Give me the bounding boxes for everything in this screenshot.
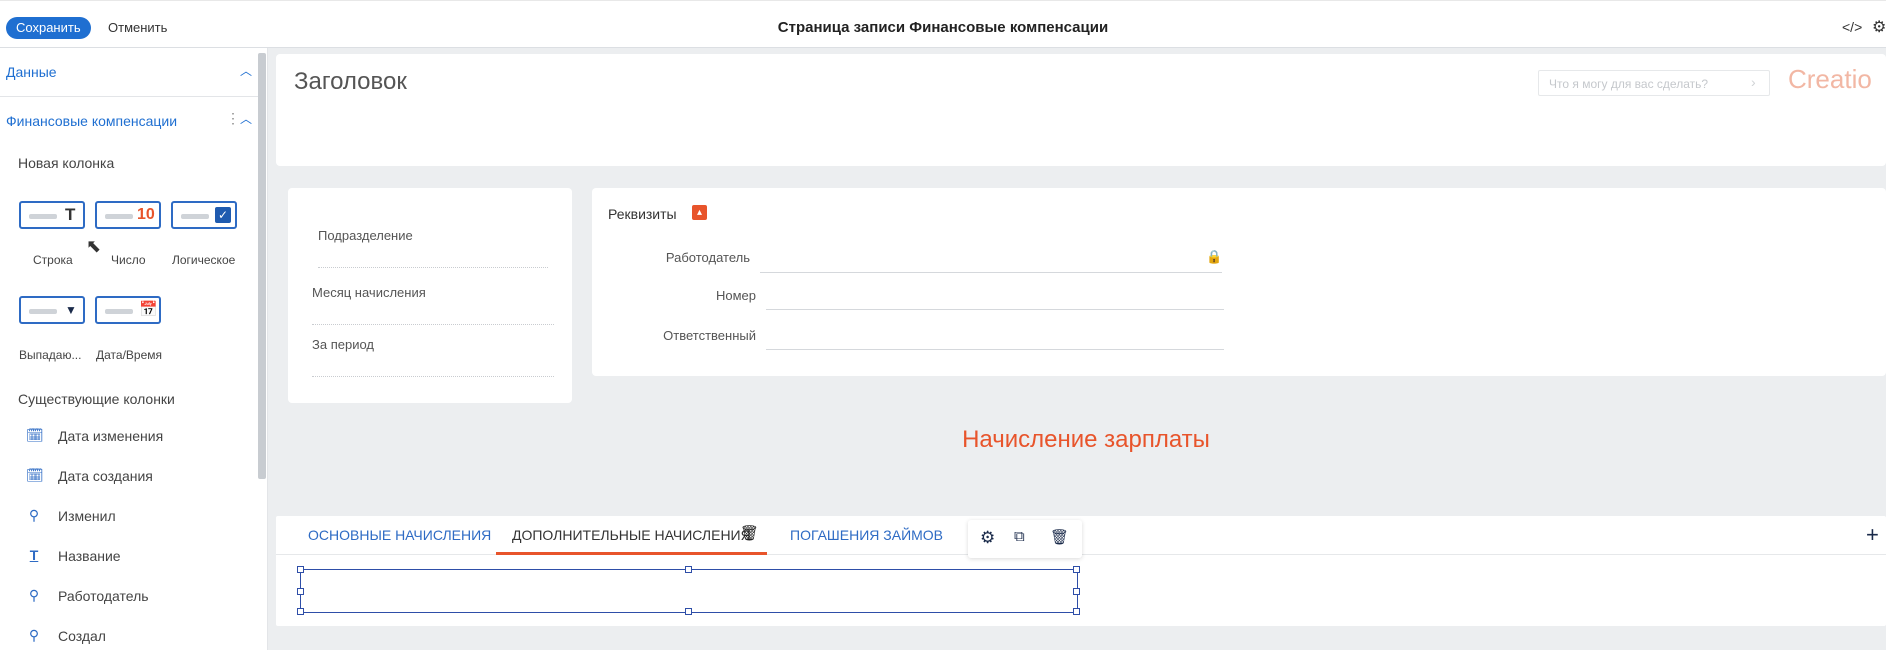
column-item[interactable]: T Название: [18, 546, 248, 566]
trash-icon[interactable]: 🗑: [1050, 528, 1069, 546]
field-underline: [312, 376, 554, 377]
collapse-icon[interactable]: ▴: [692, 205, 707, 220]
left-panel: Данные ︿ Финансовые компенсации ⋮ ︿ Нова…: [0, 48, 268, 650]
existing-columns-heading: Существующие колонки: [18, 391, 175, 407]
tile-label: Дата/Время: [96, 348, 163, 362]
field-underline: [766, 349, 1224, 350]
field-label[interactable]: Подразделение: [318, 228, 413, 243]
checkbox-icon: ✓: [215, 207, 231, 223]
search-icon: ⚲: [28, 587, 40, 603]
dropdown-type-tile[interactable]: ▼: [19, 296, 85, 324]
column-item[interactable]: 🗓 Дата создания: [18, 466, 248, 486]
add-tab-icon[interactable]: +: [1866, 522, 1879, 548]
number-type-tile[interactable]: 10: [95, 201, 161, 229]
sidebar-scrollbar[interactable]: [258, 53, 266, 479]
mouse-cursor-icon: ⬉: [86, 236, 102, 256]
fields-card: Подразделение Месяц начисления За период: [288, 188, 572, 403]
text-type-icon: T: [65, 205, 76, 224]
more-icon[interactable]: ⋮: [226, 110, 240, 127]
tab-loan-repayments[interactable]: ПОГАШЕНИЯ ЗАЙМОВ: [790, 527, 943, 543]
datetime-type-tile[interactable]: 📅: [95, 296, 161, 324]
column-label: Дата изменения: [58, 428, 164, 444]
field-label[interactable]: Работодатель: [592, 250, 750, 265]
column-item[interactable]: ⚲ Работодатель: [18, 586, 248, 606]
section-entity[interactable]: Финансовые компенсации: [6, 113, 177, 129]
chevron-right-icon: ›: [1751, 74, 1756, 90]
header-card: Заголовок Что я могу для вас сделать? › …: [276, 54, 1886, 166]
search-input[interactable]: Что я могу для вас сделать? ›: [1538, 70, 1770, 96]
chevron-up-icon[interactable]: ︿: [240, 62, 252, 79]
chevron-up-icon[interactable]: ︿: [240, 110, 252, 127]
field-label[interactable]: Ответственный: [592, 328, 756, 343]
field-label[interactable]: Номер: [592, 288, 756, 303]
number-type-icon: 10: [137, 206, 155, 223]
trash-icon[interactable]: 🗑: [740, 524, 759, 542]
calendar-clock-icon: 🗓: [26, 427, 44, 443]
column-item[interactable]: 🗓 Дата изменения: [18, 426, 248, 446]
tile-label: Строка: [33, 253, 73, 267]
string-type-tile[interactable]: T: [19, 201, 85, 229]
calendar-clock-icon: 📅: [139, 301, 158, 318]
field-label[interactable]: Месяц начисления: [312, 285, 426, 300]
design-canvas: Заголовок Что я могу для вас сделать? › …: [268, 48, 1886, 650]
tile-label: Число: [111, 253, 146, 267]
search-placeholder: Что я могу для вас сделать?: [1549, 77, 1709, 91]
code-icon[interactable]: </>: [1842, 19, 1862, 35]
column-item[interactable]: ⚲ Создал: [18, 626, 248, 646]
element-toolbar: ⚙ ⧉ 🗑: [968, 520, 1082, 558]
tile-label: Выпадаю...: [19, 348, 82, 362]
creatio-logo: Creatio: [1788, 64, 1872, 94]
active-tab-indicator: [496, 552, 767, 555]
lock-icon: 🔒: [1206, 249, 1223, 264]
column-item[interactable]: ⚲ Изменил: [18, 506, 248, 526]
column-label: Создал: [58, 628, 106, 644]
field-underline: [318, 267, 548, 268]
tile-label: Логическое: [172, 253, 236, 267]
search-icon: ⚲: [28, 507, 40, 523]
tab-additional-accruals[interactable]: ДОПОЛНИТЕЛЬНЫЕ НАЧИСЛЕНИЯ: [512, 527, 751, 543]
text-icon: T: [29, 547, 39, 563]
details-title[interactable]: Реквизиты: [608, 206, 677, 222]
divider: [0, 96, 258, 97]
dropdown-icon: ▼: [65, 303, 77, 317]
page-title: Страница записи Финансовые компенсации: [777, 19, 1109, 36]
column-label: Название: [58, 548, 121, 564]
search-icon: ⚲: [28, 627, 40, 643]
column-label: Дата создания: [58, 468, 153, 484]
gear-icon[interactable]: ⚙: [980, 528, 995, 548]
selected-element[interactable]: [297, 566, 1080, 615]
boolean-type-tile[interactable]: ✓: [171, 201, 237, 229]
tabs-card: ОСНОВНЫЕ НАЧИСЛЕНИЯ ДОПОЛНИТЕЛЬНЫЕ НАЧИС…: [276, 516, 1886, 626]
section-title[interactable]: Начисление зарплаты: [268, 426, 1886, 454]
field-label[interactable]: За период: [312, 337, 374, 352]
field-underline: [766, 309, 1224, 310]
column-label: Изменил: [58, 508, 116, 524]
field-underline: [760, 272, 1222, 273]
tab-main-accruals[interactable]: ОСНОВНЫЕ НАЧИСЛЕНИЯ: [308, 527, 491, 543]
details-card: Реквизиты ▴ Работодатель 🔒 Номер Ответст…: [592, 188, 1886, 376]
field-underline: [312, 324, 554, 325]
calendar-clock-icon: 🗓: [26, 467, 44, 483]
page-heading[interactable]: Заголовок: [294, 68, 407, 96]
gear-icon[interactable]: ⚙: [1872, 17, 1886, 37]
section-data[interactable]: Данные: [6, 64, 57, 80]
new-column-heading: Новая колонка: [18, 155, 115, 171]
top-toolbar: Сохранить Отменить Страница записи Финан…: [0, 0, 1886, 48]
copy-icon[interactable]: ⧉: [1014, 528, 1025, 545]
column-label: Работодатель: [58, 588, 149, 604]
